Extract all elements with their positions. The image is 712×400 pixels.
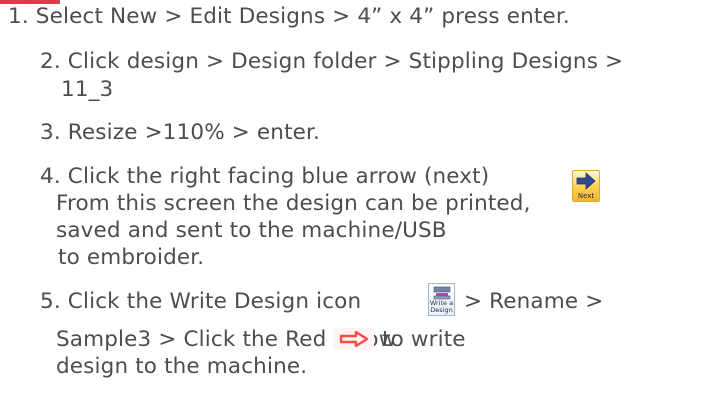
step-5-text: 5. Click the Write Design icon [40, 289, 362, 314]
write-design-icon[interactable]: Write a Design [428, 283, 455, 316]
step-5-text-line-2-end: to write [382, 327, 466, 352]
next-arrow-icon[interactable]: Next [572, 170, 600, 202]
step-4-text-line-3: saved and sent to the machine/USB [56, 218, 447, 243]
step-2-text: 2. Click design > Design folder > Stippl… [40, 49, 624, 74]
step-1-text: 1. Select New > Edit Designs > 4” x 4” p… [8, 4, 570, 29]
step-4-text-line-2: From this screen the design can be print… [56, 191, 531, 216]
step-4-text: 4. Click the right facing blue arrow (ne… [40, 164, 490, 189]
step-2-text-continued: 11_3 [61, 77, 114, 102]
step-3-text: 3. Resize >110% > enter. [40, 120, 321, 145]
next-icon-label: Next [577, 192, 595, 200]
step-4-text-line-4: to embroider. [58, 245, 205, 270]
write-icon-label-line-2: Design [430, 306, 453, 314]
step-5-text-rename: > Rename > [464, 289, 604, 314]
step-5-text-line-3: design to the machine. [56, 354, 308, 379]
red-arrow-icon[interactable] [334, 328, 374, 350]
